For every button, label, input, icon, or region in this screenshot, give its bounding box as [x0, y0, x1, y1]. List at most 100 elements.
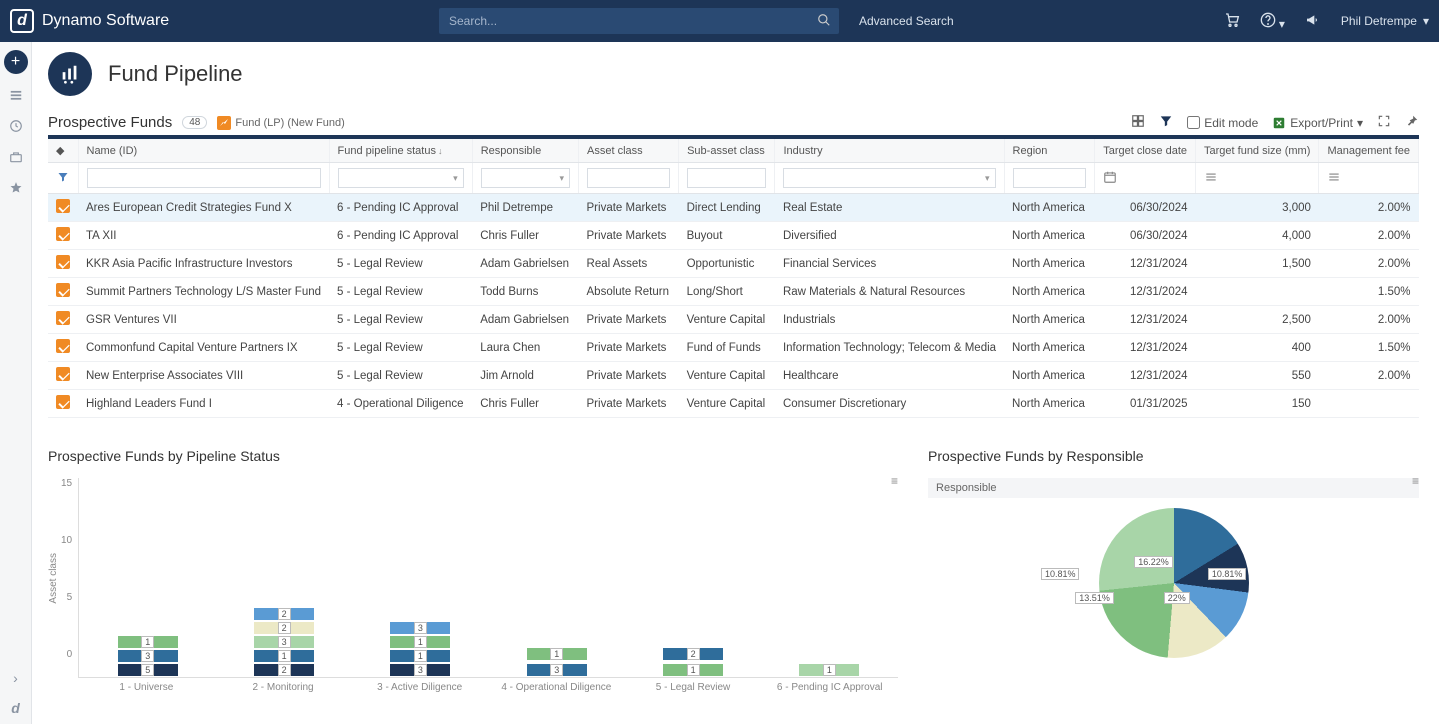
pie-chart[interactable]: 16.22%10.81%10.81%13.51%22%	[928, 508, 1419, 658]
bar-segment: 1	[389, 635, 451, 649]
cell-fund-size: 4,000	[1196, 222, 1319, 250]
megaphone-icon[interactable]	[1305, 12, 1321, 31]
cell-responsible[interactable]: Todd Burns	[472, 278, 578, 306]
search-icon[interactable]	[817, 13, 831, 30]
col-responsible[interactable]: Responsible	[472, 137, 578, 163]
cell-responsible[interactable]: Adam Gabrielsen	[472, 306, 578, 334]
col-asset-class[interactable]: Asset class	[579, 137, 679, 163]
col-close-date[interactable]: Target close date	[1095, 137, 1196, 163]
table-row[interactable]: Summit Partners Technology L/S Master Fu…	[48, 278, 1419, 306]
bar-plot[interactable]: 53121322311331121	[78, 478, 898, 678]
filter-industry[interactable]	[783, 168, 995, 188]
bar-segment-label: 3	[141, 650, 154, 662]
chart-menu-icon[interactable]: ≡	[1412, 474, 1419, 488]
filter-icon[interactable]	[1159, 114, 1173, 131]
cell-status: 6 - Pending IC Approval	[329, 194, 472, 222]
rail-star-icon[interactable]	[9, 181, 23, 198]
cell-region: North America	[1004, 222, 1095, 250]
table-row[interactable]: TA XII6 - Pending IC ApprovalChris Fulle…	[48, 222, 1419, 250]
col-name[interactable]: Name (ID)	[78, 137, 329, 163]
filter-fund-size[interactable]	[1196, 163, 1319, 194]
user-menu[interactable]: Phil Detrempe ▾	[1341, 14, 1429, 28]
col-sub-asset[interactable]: Sub-asset class	[679, 137, 775, 163]
cell-responsible[interactable]: Chris Fuller	[472, 390, 578, 418]
bar-segment-label: 1	[278, 650, 291, 662]
filter-asset[interactable]	[587, 168, 670, 188]
search-input[interactable]	[439, 8, 839, 34]
bar-column[interactable]: 21322	[224, 605, 344, 677]
section-toolbar: Prospective Funds 48 Fund (LP) (New Fund…	[48, 114, 1419, 131]
filter-toggle-icon[interactable]	[48, 163, 78, 194]
rail-expand-icon[interactable]: ›	[13, 670, 18, 686]
cell-responsible[interactable]: Jim Arnold	[472, 362, 578, 390]
rail-briefcase-icon[interactable]	[9, 150, 23, 167]
cell-responsible[interactable]: Phil Detrempe	[472, 194, 578, 222]
bar-column[interactable]: 1	[769, 661, 889, 677]
app-logo[interactable]: d Dynamo Software	[10, 9, 169, 33]
chart-title: Prospective Funds by Pipeline Status	[48, 448, 898, 464]
filter-mgmt-fee[interactable]	[1319, 163, 1419, 194]
fullscreen-icon[interactable]	[1377, 114, 1391, 131]
fund-type-icon	[56, 199, 70, 213]
edit-mode-checkbox[interactable]	[1187, 116, 1200, 129]
cell-name: Highland Leaders Fund I	[78, 390, 329, 418]
cell-region: North America	[1004, 334, 1095, 362]
cell-responsible[interactable]: Adam Gabrielsen	[472, 250, 578, 278]
cell-close-date: 06/30/2024	[1095, 194, 1196, 222]
advanced-search-link[interactable]: Advanced Search	[859, 14, 954, 28]
col-region[interactable]: Region	[1004, 137, 1095, 163]
rail-list-icon[interactable]	[9, 88, 23, 105]
table-row[interactable]: Commonfund Capital Venture Partners IX5 …	[48, 334, 1419, 362]
bar-segment: 1	[526, 647, 588, 661]
cell-responsible[interactable]: Laura Chen	[472, 334, 578, 362]
cell-mgmt-fee: 2.00%	[1319, 306, 1419, 334]
filter-responsible[interactable]	[481, 168, 570, 188]
table-row[interactable]: Highland Leaders Fund I4 - Operational D…	[48, 390, 1419, 418]
bar-segment-label: 5	[141, 664, 154, 676]
layout-icon[interactable]	[1131, 114, 1145, 131]
filter-status[interactable]	[338, 168, 464, 188]
fund-type-icon	[56, 339, 70, 353]
cell-mgmt-fee	[1319, 390, 1419, 418]
cell-fund-size: 2,500	[1196, 306, 1319, 334]
col-mgmt-fee[interactable]: Management fee	[1319, 137, 1419, 163]
table-row[interactable]: GSR Ventures VII5 - Legal ReviewAdam Gab…	[48, 306, 1419, 334]
filter-region[interactable]	[1013, 168, 1087, 188]
bar-segment: 3	[389, 621, 451, 635]
bar-segment-label: 2	[278, 608, 291, 620]
col-industry[interactable]: Industry	[775, 137, 1004, 163]
y-axis-ticks: 15 10 5 0	[61, 478, 78, 678]
pin-icon[interactable]	[1405, 114, 1419, 131]
filter-sub-asset[interactable]	[687, 168, 766, 188]
cell-responsible[interactable]: Chris Fuller	[472, 222, 578, 250]
bar-segment: 3	[526, 663, 588, 677]
cell-mgmt-fee: 2.00%	[1319, 250, 1419, 278]
col-fund-size[interactable]: Target fund size (mm)	[1196, 137, 1319, 163]
help-icon[interactable]: ▾	[1260, 12, 1285, 31]
app-name: Dynamo Software	[42, 12, 169, 30]
y-axis-label: Asset class	[48, 553, 59, 604]
bar-column[interactable]: 3113	[360, 617, 480, 677]
cell-industry: Financial Services	[775, 250, 1004, 278]
filter-close-date[interactable]	[1095, 163, 1196, 194]
rail-clock-icon[interactable]	[9, 119, 23, 136]
table-row[interactable]: KKR Asia Pacific Infrastructure Investor…	[48, 250, 1419, 278]
col-status[interactable]: Fund pipeline status↓	[329, 137, 472, 163]
filter-name[interactable]	[87, 168, 321, 188]
table-row[interactable]: Ares European Credit Strategies Fund X6 …	[48, 194, 1419, 222]
bar-column[interactable]: 31	[497, 645, 617, 677]
export-button[interactable]: Export/Print ▾	[1272, 116, 1363, 130]
new-fund-link[interactable]: Fund (LP) (New Fund)	[217, 116, 344, 130]
cell-sub-asset: Direct Lending	[679, 194, 775, 222]
bar-column[interactable]: 531	[88, 633, 208, 677]
rail-logo-icon[interactable]: d	[11, 700, 20, 716]
col-icon[interactable]: ◆	[48, 137, 78, 163]
edit-mode-toggle[interactable]: Edit mode	[1187, 116, 1258, 130]
cell-status: 4 - Operational Diligence	[329, 390, 472, 418]
bar-column[interactable]: 12	[633, 645, 753, 677]
cell-sub-asset: Opportunistic	[679, 250, 775, 278]
cart-icon[interactable]	[1224, 12, 1240, 31]
table-body: Ares European Credit Strategies Fund X6 …	[48, 194, 1419, 418]
add-button[interactable]: +	[4, 50, 28, 74]
table-row[interactable]: New Enterprise Associates VIII5 - Legal …	[48, 362, 1419, 390]
